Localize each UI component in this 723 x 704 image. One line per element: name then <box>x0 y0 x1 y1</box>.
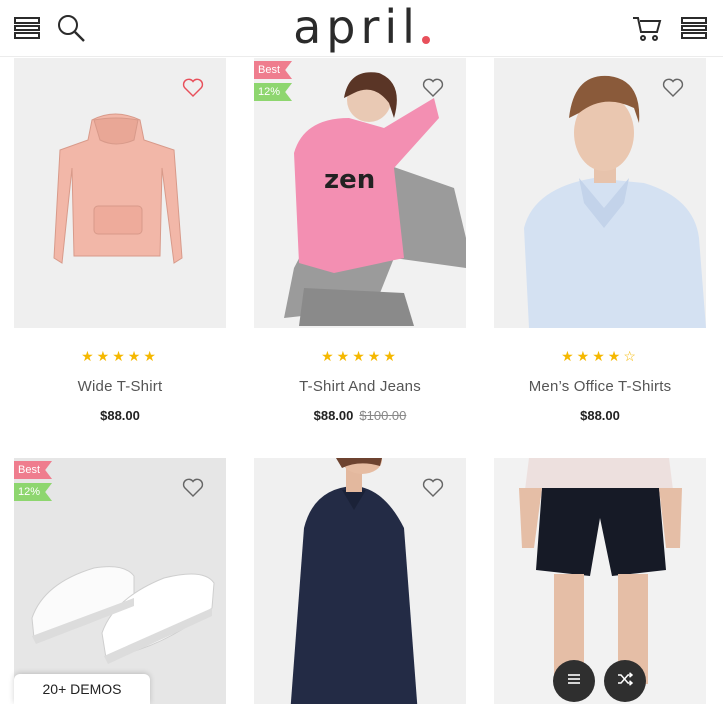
product-image[interactable] <box>494 458 706 704</box>
product-image[interactable]: Best 12% <box>14 458 226 704</box>
price-current: $88.00 <box>580 408 620 423</box>
heart-icon[interactable] <box>662 78 684 98</box>
product-image[interactable] <box>254 458 466 704</box>
heart-icon[interactable] <box>182 478 204 498</box>
product-card[interactable] <box>254 458 466 704</box>
header: april <box>0 0 723 57</box>
product-info: ★★★★★ Wide T-Shirt $88.00 <box>14 348 226 423</box>
demos-button[interactable]: 20+ DEMOS <box>14 674 150 704</box>
product-card[interactable]: ★★★★★ Wide T-Shirt $88.00 <box>14 58 226 438</box>
product-price: $88.00 $100.00 <box>254 408 466 423</box>
product-name[interactable]: Men’s Office T-Shirts <box>494 378 706 395</box>
logo-text: april <box>293 0 420 54</box>
price-current: $88.00 <box>100 408 140 423</box>
product-info: ★★★★★ T-Shirt And Jeans $88.00 $100.00 <box>254 348 466 423</box>
product-card[interactable]: Best 12% <box>14 458 226 704</box>
product-name[interactable]: T-Shirt And Jeans <box>254 378 466 395</box>
logo[interactable]: april <box>0 2 723 52</box>
heart-icon[interactable] <box>182 78 204 98</box>
svg-text:zen: zen <box>324 165 375 195</box>
product-card[interactable]: zen Best 12% ★★★★★ T-Shirt And Jeans $88… <box>254 58 466 438</box>
product-info: ★★★★☆ Men’s Office T-Shirts $88.00 <box>494 348 706 423</box>
menu-icon[interactable] <box>679 10 709 46</box>
menu-fab-button[interactable] <box>553 660 595 702</box>
shuffle-icon <box>617 671 634 691</box>
product-image[interactable] <box>494 58 706 328</box>
cart-icon[interactable] <box>632 10 662 46</box>
price-old: $100.00 <box>359 408 407 423</box>
heart-icon[interactable] <box>422 478 444 498</box>
product-price: $88.00 <box>14 408 226 423</box>
rating-stars: ★★★★☆ <box>561 348 639 364</box>
price-current: $88.00 <box>313 408 354 423</box>
list-icon <box>567 672 581 690</box>
product-card[interactable] <box>494 458 706 704</box>
heart-icon[interactable] <box>422 78 444 98</box>
product-image[interactable]: zen Best 12% <box>254 58 466 328</box>
logo-dot <box>421 36 430 44</box>
product-image[interactable] <box>14 58 226 328</box>
rating-stars: ★★★★★ <box>81 348 159 364</box>
shuffle-fab-button[interactable] <box>604 660 646 702</box>
product-price: $88.00 <box>494 408 706 423</box>
product-card[interactable]: ★★★★☆ Men’s Office T-Shirts $88.00 <box>494 58 706 438</box>
product-name[interactable]: Wide T-Shirt <box>14 378 226 395</box>
rating-stars: ★★★★★ <box>321 348 399 364</box>
